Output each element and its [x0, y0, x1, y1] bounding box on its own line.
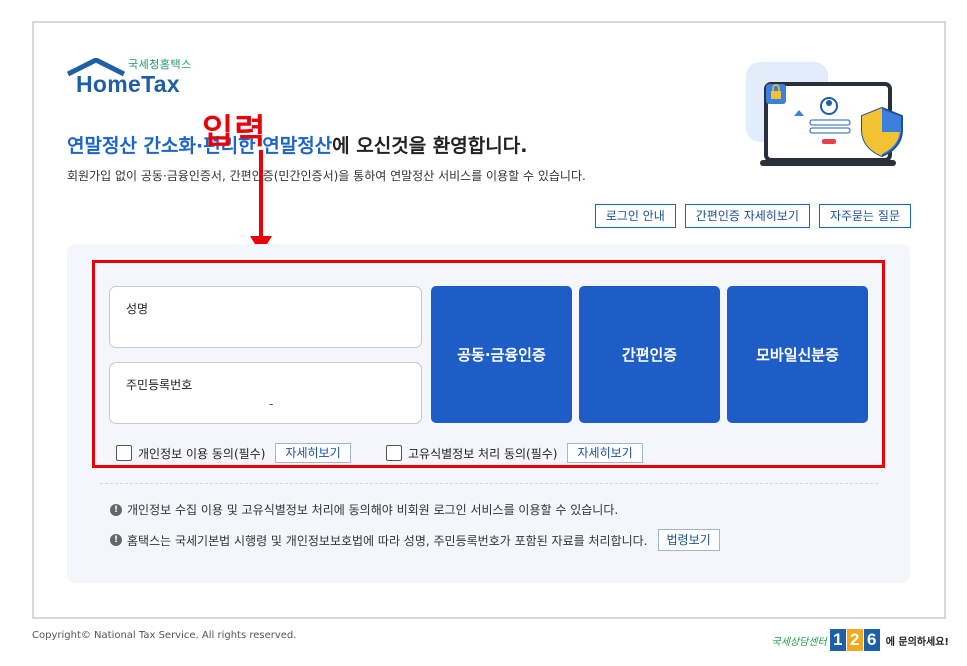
notice-item: ! 홈택스는 국세기본법 시행령 및 개인정보보호법에 따라 성명, 주민등록번…: [110, 529, 720, 551]
logo-subtext: 국세청홈택스: [128, 58, 192, 71]
unique-id-consent-label[interactable]: 고유식별정보 처리 동의(필수): [408, 445, 557, 462]
simple-auth-button[interactable]: 간편인증: [579, 286, 720, 423]
logo-text: HomeTax: [76, 71, 180, 97]
login-illustration-icon: [746, 62, 903, 166]
welcome-subtitle: 회원가입 없이 공동·금융인증서, 간편인증(민간인증서)을 통하여 연말정산 …: [67, 169, 586, 183]
notice-text: 개인정보 수집 이용 및 고유식별정보 처리에 동의해야 비회원 로그인 서비스…: [127, 503, 619, 517]
faq-button[interactable]: 자주묻는 질문: [818, 204, 911, 228]
callcenter-digit: 6: [863, 629, 880, 651]
resident-number-label: 주민등록번호: [126, 378, 193, 392]
resident-number-field[interactable]: 주민등록번호 -: [109, 362, 422, 424]
callcenter-banner[interactable]: 국세상담센터 1 2 6 에 문의하세요!: [772, 629, 949, 651]
name-field[interactable]: 성명: [109, 286, 422, 348]
notice-text: 홈택스는 국세기본법 시행령 및 개인정보보호법에 따라 성명, 주민등록번호가…: [127, 533, 648, 548]
callcenter-number: 1 2 6: [829, 629, 880, 651]
hometax-logo[interactable]: 국세청홈택스 HomeTax: [66, 55, 196, 97]
welcome-highlight: 연말정산 간소화·편리한 연말정산: [67, 135, 333, 157]
welcome-rest: 에 오신것을 환영합니다.: [332, 135, 528, 157]
unique-id-consent-checkbox[interactable]: [386, 445, 402, 461]
annotation-label: 입력: [202, 112, 267, 152]
callcenter-digit: 2: [846, 629, 863, 651]
privacy-consent-checkbox[interactable]: [116, 445, 132, 461]
simple-auth-detail-button[interactable]: 간편인증 자세히보기: [684, 204, 810, 228]
login-guide-button[interactable]: 로그인 안내: [594, 204, 676, 228]
unique-id-consent: 고유식별정보 처리 동의(필수) 자세히보기: [386, 443, 643, 463]
exclamation-icon: !: [110, 503, 122, 516]
help-buttons: 로그인 안내 간편인증 자세히보기 자주묻는 질문: [594, 204, 911, 228]
callcenter-digit: 1: [829, 629, 846, 651]
name-label: 성명: [126, 302, 149, 316]
annotation-arrow-icon: [250, 150, 272, 254]
callcenter-text: 에 문의하세요!: [885, 636, 949, 648]
callcenter-label: 국세상담센터: [771, 636, 827, 648]
joint-financial-cert-button[interactable]: 공동·금융인증: [431, 286, 572, 423]
privacy-detail-button[interactable]: 자세히보기: [275, 443, 351, 463]
privacy-consent: 개인정보 이용 동의(필수) 자세히보기: [116, 443, 351, 463]
law-view-button[interactable]: 법령보기: [657, 529, 720, 551]
unique-id-detail-button[interactable]: 자세히보기: [567, 443, 643, 463]
divider: [100, 483, 878, 484]
welcome-heading: 연말정산 간소화·편리한 연말정산에 오신것을 환영합니다.: [67, 131, 527, 158]
copyright: Copyright© National Tax Service. All rig…: [32, 630, 297, 641]
resident-number-separator: -: [269, 397, 274, 411]
privacy-consent-label[interactable]: 개인정보 이용 동의(필수): [138, 445, 265, 462]
exclamation-icon: !: [110, 534, 122, 546]
notice-item: ! 개인정보 수집 이용 및 고유식별정보 처리에 동의해야 비회원 로그인 서…: [110, 501, 618, 518]
mobile-id-button[interactable]: 모바일신분증: [727, 286, 868, 423]
